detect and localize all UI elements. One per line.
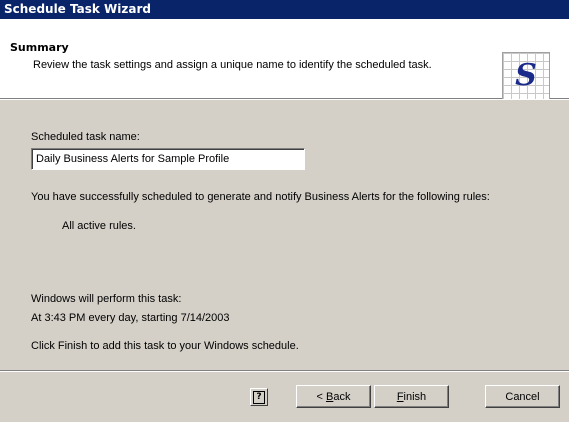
wizard-logo-icon: S bbox=[502, 52, 550, 100]
finish-hint-text: Click Finish to add this task to your Wi… bbox=[31, 340, 299, 352]
help-icon: ? bbox=[253, 390, 265, 404]
success-text: You have successfully scheduled to gener… bbox=[31, 191, 490, 203]
back-button[interactable]: < Back bbox=[296, 385, 371, 408]
cancel-label: Cancel bbox=[505, 390, 540, 403]
finish-label: Finish bbox=[397, 391, 426, 403]
finish-rest: inish bbox=[403, 390, 427, 403]
back-prefix: < bbox=[316, 390, 326, 403]
finish-button[interactable]: Finish bbox=[374, 385, 449, 408]
rules-text: All active rules. bbox=[62, 220, 136, 232]
cancel-button[interactable]: Cancel bbox=[485, 385, 560, 408]
schedule-text: At 3:43 PM every day, starting 7/14/2003 bbox=[31, 312, 230, 324]
page-title: Summary bbox=[10, 41, 69, 54]
header-divider bbox=[0, 99, 569, 100]
perform-label: Windows will perform this task: bbox=[31, 293, 182, 305]
wizard-header: Summary Review the task settings and ass… bbox=[0, 19, 569, 100]
footer-divider-highlight bbox=[0, 371, 569, 372]
task-name-field[interactable]: Daily Business Alerts for Sample Profile bbox=[31, 148, 305, 170]
back-label: < Back bbox=[317, 391, 351, 403]
window-titlebar[interactable]: Schedule Task Wizard bbox=[0, 0, 569, 19]
window-title: Schedule Task Wizard bbox=[4, 2, 151, 16]
help-button[interactable]: ? bbox=[250, 388, 268, 406]
back-rest: ack bbox=[333, 390, 351, 403]
task-name-label: Scheduled task name: bbox=[31, 131, 140, 143]
page-subtitle: Review the task settings and assign a un… bbox=[33, 59, 432, 71]
logo-letter: S bbox=[515, 58, 537, 93]
finish-mnemonic: F bbox=[396, 390, 404, 403]
